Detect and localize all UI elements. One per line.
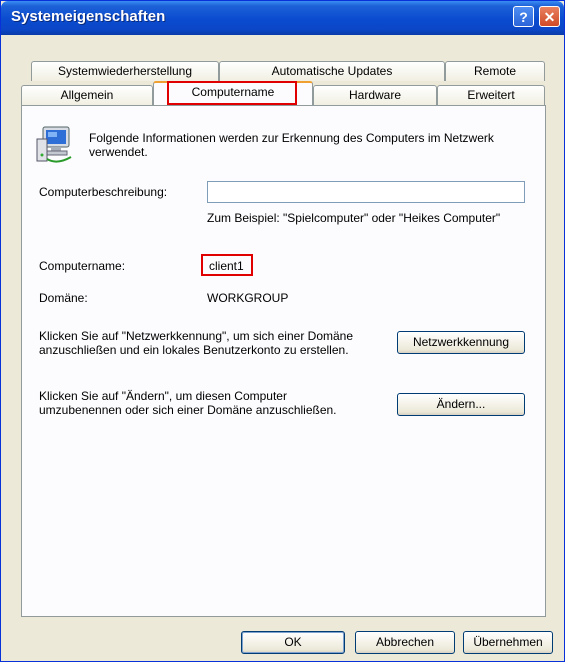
computer-description-input[interactable] [207,181,525,203]
tab-allgemein[interactable]: Allgemein [21,85,153,105]
title-bar[interactable]: Systemeigenschaften ? ✕ [1,1,564,35]
change-text: Klicken Sie auf "Ändern", um diesen Comp… [39,389,337,417]
network-id-text: Klicken Sie auf "Netzwerkkennung", um si… [39,329,354,357]
example-text: Zum Beispiel: "Spielcomputer" oder "Heik… [207,211,501,225]
tab-hardware[interactable]: Hardware [313,85,437,105]
info-text: Folgende Informationen werden zur Erkenn… [89,131,494,159]
network-id-button[interactable]: Netzwerkkennung [397,331,525,354]
tab-highlight-box [167,81,297,105]
apply-button[interactable]: Übernehmen [463,631,553,654]
system-properties-window: Systemeigenschaften ? ✕ Systemwiederhers… [0,0,565,662]
change-button[interactable]: Ändern... [397,393,525,416]
domain-label: Domäne: [39,291,88,305]
computername-label: Computername: [39,259,126,273]
network-computer-icon [35,125,75,168]
close-button[interactable]: ✕ [539,6,560,27]
ok-button[interactable]: OK [241,631,345,654]
tab-automatische-updates[interactable]: Automatische Updates [219,61,445,81]
tab-remote[interactable]: Remote [445,61,545,81]
cancel-button[interactable]: Abbrechen [355,631,455,654]
domain-value: WORKGROUP [207,291,289,305]
tab-erweitert[interactable]: Erweitert [437,85,545,105]
computername-highlight-box [201,254,253,276]
window-title: Systemeigenschaften [11,8,166,25]
computer-description-label: Computerbeschreibung: [39,185,168,199]
help-button[interactable]: ? [513,6,534,27]
tab-systemwiederherstellung[interactable]: Systemwiederherstellung [31,61,219,81]
